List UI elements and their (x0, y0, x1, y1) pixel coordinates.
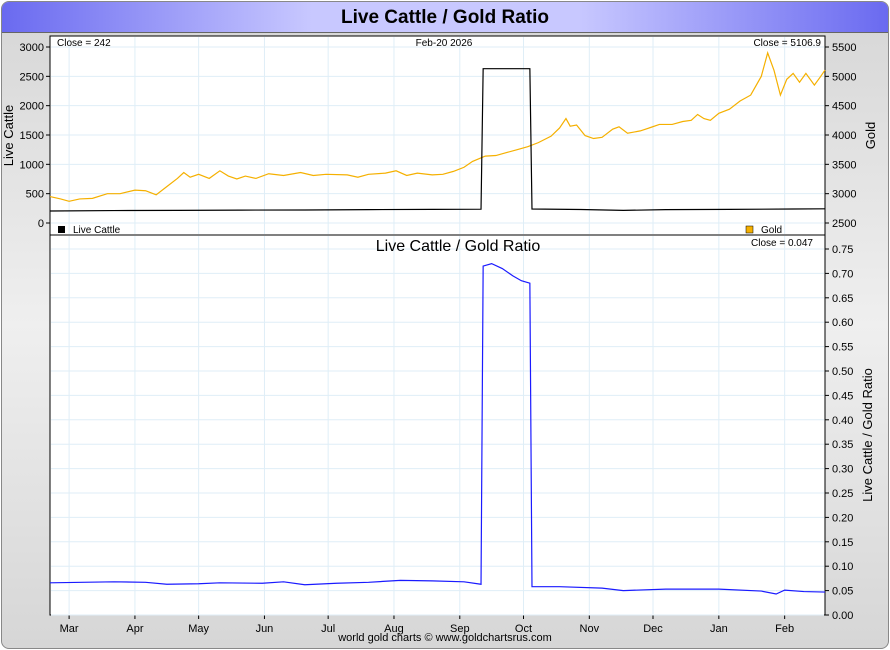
ratio-y-tick-label: 0.20 (832, 512, 853, 524)
ratio-y-tick-label: 0.75 (832, 244, 853, 256)
y2-tick-label: 2500 (832, 218, 856, 230)
y2-tick-label: 4500 (832, 101, 856, 113)
legend-swatch-live-cattle (58, 226, 65, 233)
ratio-y-tick-label: 0.30 (832, 464, 853, 476)
bottom-panel (49, 234, 826, 616)
legend-live-cattle: Live Cattle (73, 225, 121, 236)
ratio-y-tick-label: 0.70 (832, 268, 853, 280)
y-tick-label: 500 (26, 189, 44, 201)
ratio-y-tick-label: 0.45 (832, 390, 853, 402)
y-tick-label: 1500 (20, 130, 44, 142)
ratio-y-tick-label: 0.60 (832, 317, 853, 329)
y-tick-label: 2000 (20, 101, 44, 113)
ratio-y-tick-label: 0.40 (832, 415, 853, 427)
ratio-y-tick-label: 0.00 (832, 610, 853, 622)
ratio-axis-label: Live Cattle / Gold Ratio (860, 368, 875, 502)
ratio-y-tick-label: 0.50 (832, 366, 853, 378)
ratio-close-label: Close = 0.047 (751, 238, 813, 249)
chart-canvas: Mar Apr May Jun Jul Aug Sep Oct Nov Dec Jan Feb3000… (1, 35, 878, 635)
legend-swatch-gold (745, 225, 754, 234)
y2-tick-label: 5500 (832, 42, 856, 54)
chart-title: Live Cattle / Gold Ratio (2, 2, 888, 33)
close-right-label: Close = 5106.9 (753, 38, 821, 49)
legend-gold: Gold (761, 225, 782, 236)
y-axis-label: Live Cattle (1, 105, 16, 166)
ratio-y-tick-label: 0.65 (832, 293, 853, 305)
y2-tick-label: 4000 (832, 130, 856, 142)
ratio-y-tick-label: 0.05 (832, 586, 853, 598)
y-tick-label: 2500 (20, 71, 44, 83)
ratio-y-tick-label: 0.35 (832, 439, 853, 451)
y2-axis-label: Gold (863, 122, 878, 149)
y-tick-label: 1000 (20, 159, 44, 171)
ratio-y-tick-label: 0.15 (832, 537, 853, 549)
y2-tick-label: 5000 (832, 71, 856, 83)
ratio-y-tick-label: 0.10 (832, 561, 853, 573)
ratio-panel-title: Live Cattle / Gold Ratio (376, 238, 541, 255)
close-left-label: Close = 242 (57, 38, 111, 49)
ratio-y-tick-label: 0.55 (832, 342, 853, 354)
y-tick-label: 0 (38, 218, 44, 230)
date-label: Feb-20 2026 (416, 38, 473, 49)
y2-tick-label: 3000 (832, 189, 856, 201)
y2-tick-label: 3500 (832, 159, 856, 171)
y-tick-label: 3000 (20, 42, 44, 54)
ratio-y-tick-label: 0.25 (832, 488, 853, 500)
footer-credit: world gold charts © www.goldchartsrus.co… (338, 632, 552, 644)
